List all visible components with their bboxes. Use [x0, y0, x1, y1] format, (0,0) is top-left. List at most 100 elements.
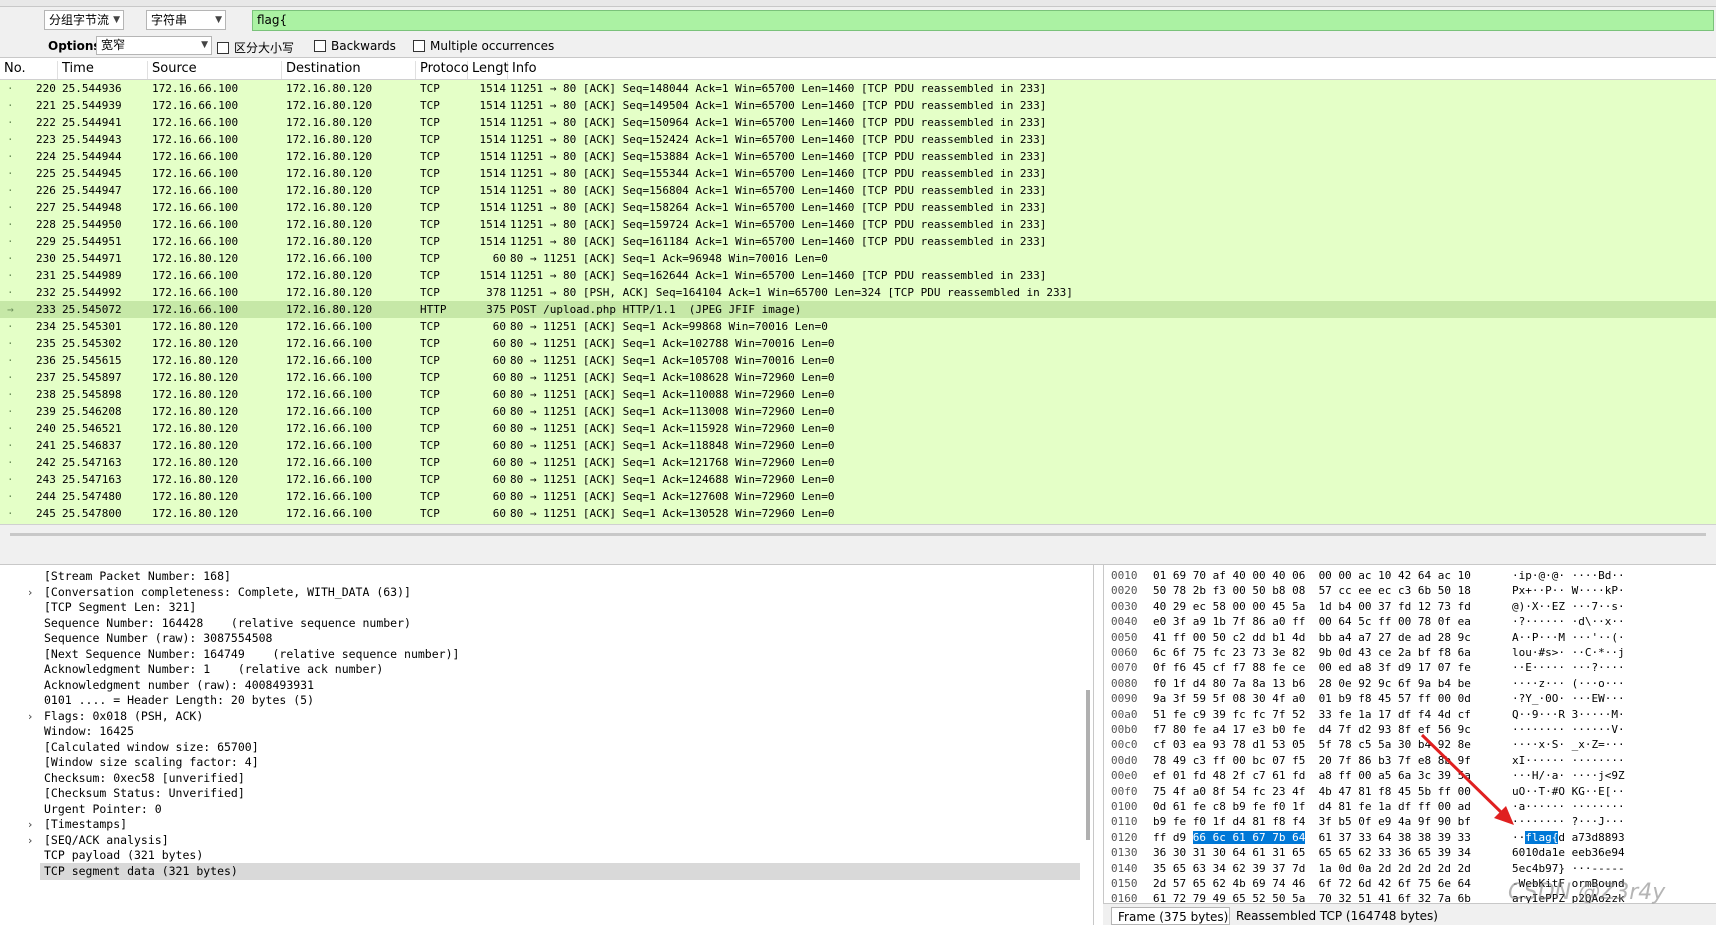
- detail-tree-item[interactable]: › [Conversation completeness: Complete, W…: [0, 584, 1080, 601]
- table-row[interactable]: · 221 25.544939 172.16.66.100 172.16.80.120 T…: [0, 97, 1716, 114]
- table-row[interactable]: · 220 25.544936 172.16.66.100 172.16.80.120 T…: [0, 80, 1716, 97]
- search-type-select[interactable]: 字符串 ▼: [146, 10, 226, 30]
- table-row[interactable]: · 244 25.547480 172.16.80.120 172.16.66.100 T…: [0, 488, 1716, 505]
- details-scrollbar[interactable]: [1086, 690, 1090, 840]
- checkbox-box[interactable]: [314, 40, 326, 52]
- ascii-text[interactable]: Q··9···R 3·····M·: [1512, 707, 1625, 722]
- case-sensitive-checkbox[interactable]: 区分大小写: [217, 39, 294, 56]
- hex-dump-row[interactable]: 0100 0d 61 fe c8 b9 fe f0 1f d4 81 fe 1a …: [1104, 799, 1716, 814]
- hex-bytes[interactable]: 9a 3f 59 5f 08 30 4f a0 01 b9 f8 45 57 f…: [1153, 691, 1471, 706]
- hex-dump-row[interactable]: 0050 41 ff 00 50 c2 dd b1 4d bb a4 a7 27 …: [1104, 630, 1716, 645]
- ascii-text[interactable]: ··flag{d a73d8893: [1512, 830, 1625, 845]
- hex-bytes[interactable]: e0 3f a9 1b 7f 86 a0 ff 00 64 5c ff 00 7…: [1153, 614, 1471, 629]
- detail-tree-item[interactable]: TCP segment data (321 bytes): [40, 862, 1080, 880]
- hex-dump-row[interactable]: 0140 35 65 63 34 62 39 37 7d 1a 0d 0a 2d …: [1104, 861, 1716, 876]
- search-input[interactable]: flag{: [252, 10, 1714, 31]
- hex-dump-row[interactable]: 0010 01 69 70 af 40 00 40 06 00 00 ac 10 …: [1104, 568, 1716, 583]
- table-row[interactable]: · 240 25.546521 172.16.80.120 172.16.66.100 T…: [0, 420, 1716, 437]
- hex-dump-row[interactable]: 0060 6c 6f 75 fc 23 73 3e 82 9b 0d 43 ce …: [1104, 645, 1716, 660]
- packet-list-scrollbar[interactable]: [0, 524, 1716, 544]
- hex-dump-row[interactable]: 00a0 51 fe c9 39 fc fc 7f 52 33 fe 1a 17 …: [1104, 707, 1716, 722]
- table-row[interactable]: · 238 25.545898 172.16.80.120 172.16.66.100 T…: [0, 386, 1716, 403]
- detail-tree-item[interactable]: [TCP Segment Len: 321]: [0, 599, 1080, 616]
- table-row[interactable]: · 243 25.547163 172.16.80.120 172.16.66.100 T…: [0, 471, 1716, 488]
- column-header-destination[interactable]: Destination: [282, 61, 416, 79]
- table-row[interactable]: → 233 25.545072 172.16.66.100 172.16.80.120 H…: [0, 301, 1716, 318]
- table-row[interactable]: · 236 25.545615 172.16.80.120 172.16.66.100 T…: [0, 352, 1716, 369]
- horizontal-scroll-thumb[interactable]: [10, 533, 1706, 536]
- detail-tree-item[interactable]: Acknowledgment Number: 1 (relative ack n…: [0, 661, 1080, 678]
- ascii-text[interactable]: xI······ ········: [1512, 753, 1625, 768]
- detail-tree-item[interactable]: Checksum: 0xec58 [unverified]: [0, 770, 1080, 787]
- column-header-info[interactable]: Info: [508, 61, 1716, 79]
- tab-reassembled-tcp[interactable]: Reassembled TCP (164748 bytes): [1229, 907, 1444, 925]
- column-header-protocol[interactable]: Protoco: [416, 61, 469, 79]
- ascii-text[interactable]: A··P···M ···'··(·: [1512, 630, 1625, 645]
- hex-bytes[interactable]: 78 49 c3 ff 00 bc 07 f5 20 7f 86 b3 7f e…: [1153, 753, 1471, 768]
- hex-dump-row[interactable]: 0030 40 29 ec 58 00 00 45 5a 1d b4 00 37 …: [1104, 599, 1716, 614]
- table-row[interactable]: · 242 25.547163 172.16.80.120 172.16.66.100 T…: [0, 454, 1716, 471]
- tab-frame[interactable]: Frame (375 bytes): [1111, 907, 1236, 925]
- table-row[interactable]: · 234 25.545301 172.16.80.120 172.16.66.100 T…: [0, 318, 1716, 335]
- multiple-occurrences-checkbox[interactable]: Multiple occurrences: [413, 39, 554, 53]
- ascii-text[interactable]: ··E····· ···?····: [1512, 660, 1625, 675]
- detail-tree-item[interactable]: Urgent Pointer: 0: [0, 801, 1080, 818]
- detail-tree-item[interactable]: Sequence Number: 164428 (relative sequen…: [0, 615, 1080, 632]
- detail-tree-item[interactable]: [Calculated window size: 65700]: [0, 739, 1080, 756]
- hex-bytes[interactable]: ef 01 fd 48 2f c7 61 fd a8 ff 00 a5 6a 3…: [1153, 768, 1471, 783]
- detail-tree-item[interactable]: › [SEQ/ACK analysis]: [0, 832, 1080, 849]
- table-row[interactable]: · 226 25.544947 172.16.66.100 172.16.80.120 T…: [0, 182, 1716, 199]
- hex-bytes[interactable]: f7 80 fe a4 17 e3 b0 fe d4 7f d2 93 8f e…: [1153, 722, 1471, 737]
- hex-bytes[interactable]: 0f f6 45 cf f7 88 fe ce 00 ed a8 3f d9 1…: [1153, 660, 1471, 675]
- table-row[interactable]: · 231 25.544989 172.16.66.100 172.16.80.120 T…: [0, 267, 1716, 284]
- hex-dump-row[interactable]: 0090 9a 3f 59 5f 08 30 4f a0 01 b9 f8 45 …: [1104, 691, 1716, 706]
- table-row[interactable]: · 232 25.544992 172.16.66.100 172.16.80.120 T…: [0, 284, 1716, 301]
- hex-dump-row[interactable]: 00b0 f7 80 fe a4 17 e3 b0 fe d4 7f d2 93 …: [1104, 722, 1716, 737]
- hex-dump-row[interactable]: 0020 50 78 2b f3 00 50 b8 08 57 cc ee ec …: [1104, 583, 1716, 598]
- detail-tree-item[interactable]: 0101 .... = Header Length: 20 bytes (5): [0, 692, 1080, 709]
- hex-dump-row[interactable]: 0070 0f f6 45 cf f7 88 fe ce 00 ed a8 3f …: [1104, 660, 1716, 675]
- hex-bytes[interactable]: 41 ff 00 50 c2 dd b1 4d bb a4 a7 27 de a…: [1153, 630, 1471, 645]
- column-header-time[interactable]: Time: [58, 61, 148, 79]
- detail-tree-item[interactable]: Sequence Number (raw): 3087554508: [0, 630, 1080, 647]
- hex-dump-row[interactable]: 0130 36 30 31 30 64 61 31 65 65 65 62 33 …: [1104, 845, 1716, 860]
- hex-bytes[interactable]: 01 69 70 af 40 00 40 06 00 00 ac 10 42 6…: [1153, 568, 1471, 583]
- checkbox-box[interactable]: [217, 41, 229, 54]
- hex-bytes[interactable]: 2d 57 65 62 4b 69 74 46 6f 72 6d 42 6f 7…: [1153, 876, 1471, 891]
- table-row[interactable]: · 227 25.544948 172.16.66.100 172.16.80.120 T…: [0, 199, 1716, 216]
- pane-splitter[interactable]: [0, 544, 1716, 565]
- hex-bytes[interactable]: 36 30 31 30 64 61 31 65 65 65 62 33 36 6…: [1153, 845, 1471, 860]
- hex-bytes[interactable]: 0d 61 fe c8 b9 fe f0 1f d4 81 fe 1a df f…: [1153, 799, 1471, 814]
- table-row[interactable]: · 228 25.544950 172.16.66.100 172.16.80.120 T…: [0, 216, 1716, 233]
- detail-tree-item[interactable]: [Next Sequence Number: 164749 (relative …: [0, 646, 1080, 663]
- hex-dump-row[interactable]: 00c0 cf 03 ea 93 78 d1 53 05 5f 78 c5 5a …: [1104, 737, 1716, 752]
- ascii-text[interactable]: Px+··P·· W····kP·: [1512, 583, 1625, 598]
- hex-bytes[interactable]: 50 78 2b f3 00 50 b8 08 57 cc ee ec c3 6…: [1153, 583, 1471, 598]
- ascii-text[interactable]: lou·#s>· ··C·*··j: [1512, 645, 1625, 660]
- column-header-length[interactable]: Lengt: [468, 61, 509, 79]
- table-row[interactable]: · 230 25.544971 172.16.80.120 172.16.66.100 T…: [0, 250, 1716, 267]
- hex-dump-row[interactable]: 00e0 ef 01 fd 48 2f c7 61 fd a8 ff 00 a5 …: [1104, 768, 1716, 783]
- detail-tree-item[interactable]: › [Timestamps]: [0, 816, 1080, 833]
- ascii-text[interactable]: @)·X··EZ ···7··s·: [1512, 599, 1625, 614]
- ascii-text[interactable]: uO··T·#O KG··E[··: [1512, 784, 1625, 799]
- hex-dump-row[interactable]: 0120 ff d9 66 6c 61 67 7b 64 61 37 33 64 …: [1104, 830, 1716, 845]
- ascii-text[interactable]: ···H/·a· ····j<9Z: [1512, 768, 1625, 783]
- display-mode-select[interactable]: 分组字节流 ▼: [44, 10, 124, 30]
- detail-tree-item[interactable]: [Stream Packet Number: 168]: [0, 568, 1080, 585]
- table-row[interactable]: · 229 25.544951 172.16.66.100 172.16.80.120 T…: [0, 233, 1716, 250]
- table-row[interactable]: · 237 25.545897 172.16.80.120 172.16.66.100 T…: [0, 369, 1716, 386]
- ascii-text[interactable]: ·?······ ·d\··x··: [1512, 614, 1625, 629]
- table-row[interactable]: · 241 25.546837 172.16.80.120 172.16.66.100 T…: [0, 437, 1716, 454]
- detail-tree-item[interactable]: [Checksum Status: Unverified]: [0, 785, 1080, 802]
- ascii-text[interactable]: ········ ?···J···: [1512, 814, 1625, 829]
- ascii-text[interactable]: ·a······ ········: [1512, 799, 1625, 814]
- ascii-text[interactable]: ····x·S· _x·Z=···: [1512, 737, 1625, 752]
- table-row[interactable]: · 224 25.544944 172.16.66.100 172.16.80.120 T…: [0, 148, 1716, 165]
- hex-bytes[interactable]: cf 03 ea 93 78 d1 53 05 5f 78 c5 5a 30 b…: [1153, 737, 1471, 752]
- ascii-text[interactable]: 5ec4b97} ···-----: [1512, 861, 1625, 876]
- detail-tree-item[interactable]: Acknowledgment number (raw): 4008493931: [0, 677, 1080, 694]
- detail-tree-item[interactable]: Window: 16425: [0, 723, 1080, 740]
- backwards-checkbox[interactable]: Backwards: [314, 39, 396, 53]
- detail-tree-item[interactable]: › Flags: 0x018 (PSH, ACK): [0, 708, 1080, 725]
